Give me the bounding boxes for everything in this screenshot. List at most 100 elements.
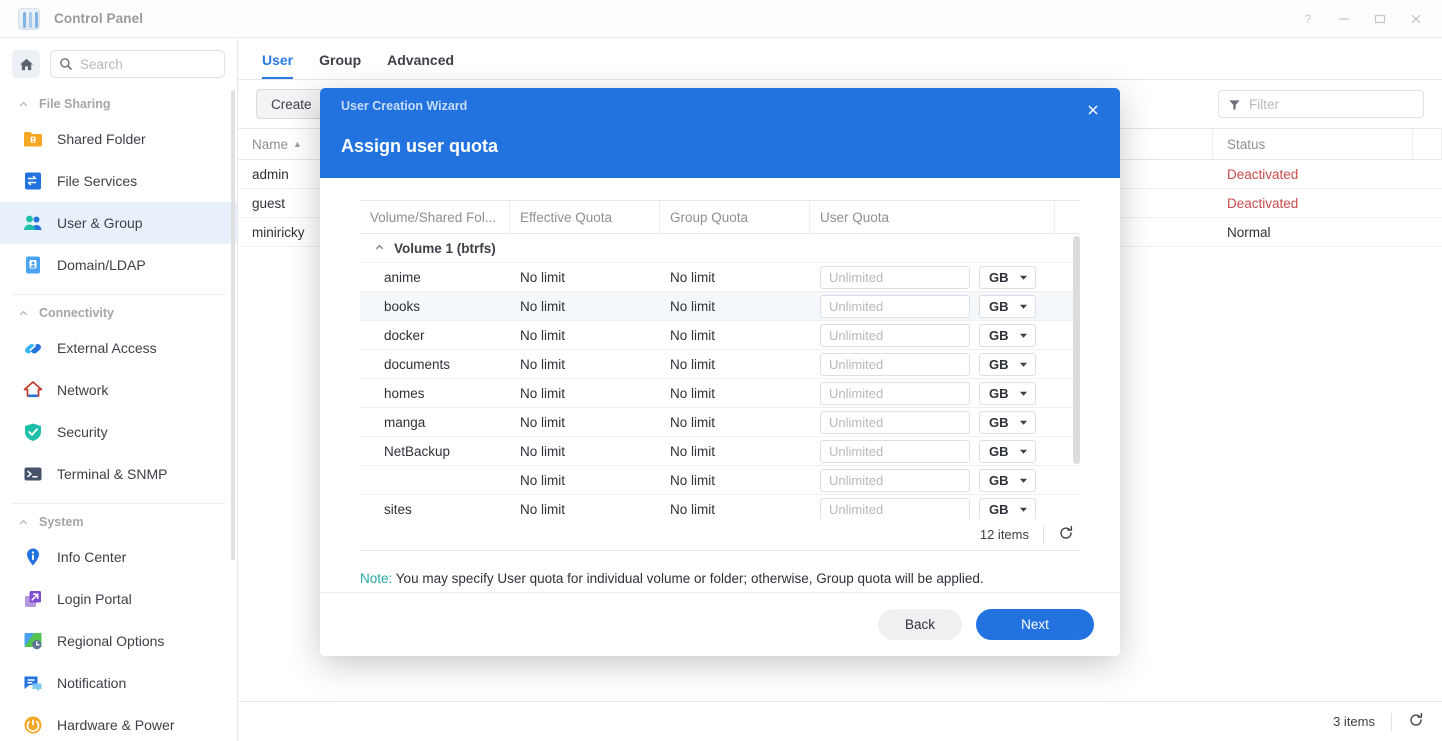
quota-row[interactable]: manga No limit No limit Unlimited GB — [360, 408, 1080, 437]
divider — [1391, 712, 1392, 731]
next-button[interactable]: Next — [976, 609, 1094, 640]
sidebar-group-connectivity[interactable]: Connectivity — [0, 299, 237, 327]
sidebar-group-system[interactable]: System — [0, 508, 237, 536]
sidebar-item-label: External Access — [57, 340, 157, 356]
quota-row[interactable]: books No limit No limit Unlimited GB — [360, 292, 1080, 321]
quota-row[interactable]: No limit No limit Unlimited GB — [360, 466, 1080, 495]
unit-dropdown[interactable]: GB — [979, 410, 1036, 434]
sidebar-item-label: Network — [57, 382, 109, 398]
sidebar-item-network[interactable]: Network — [0, 369, 237, 411]
unit-value: GB — [989, 327, 1009, 343]
filter-input[interactable]: Filter — [1218, 90, 1424, 118]
unit-value: GB — [989, 443, 1009, 459]
sidebar-item-file-services[interactable]: File Services — [0, 160, 237, 202]
refresh-icon[interactable] — [1058, 525, 1074, 544]
cell-user-quota: Unlimited GB — [810, 263, 1055, 292]
unit-dropdown[interactable]: GB — [979, 381, 1036, 405]
close-button[interactable] — [1398, 4, 1434, 34]
sidebar-item-label: Hardware & Power — [57, 717, 175, 733]
sidebar-item-shared-folder[interactable]: Shared Folder — [0, 118, 237, 160]
sidebar-item-domain-ldap[interactable]: Domain/LDAP — [0, 244, 237, 286]
sidebar-group-label: System — [39, 515, 84, 529]
tab-user[interactable]: User — [262, 52, 293, 79]
cell-folder-name: docker — [384, 327, 425, 343]
unit-dropdown[interactable]: GB — [979, 468, 1036, 492]
column-header-user-quota[interactable]: User Quota — [810, 200, 1055, 234]
cell-group-quota: No limit — [670, 269, 716, 285]
close-icon[interactable] — [1080, 97, 1106, 123]
sidebar-item-terminal-snmp[interactable]: Terminal & SNMP — [0, 453, 237, 495]
maximize-button[interactable] — [1362, 4, 1398, 34]
unit-value: GB — [989, 298, 1009, 314]
search-input[interactable]: Search — [50, 50, 225, 78]
quota-row[interactable]: docker No limit No limit Unlimited GB — [360, 321, 1080, 350]
sidebar-divider — [12, 503, 225, 504]
unit-value: GB — [989, 269, 1009, 285]
user-quota-input[interactable]: Unlimited — [820, 468, 970, 492]
unit-dropdown[interactable]: GB — [979, 323, 1036, 347]
quota-row[interactable]: homes No limit No limit Unlimited GB — [360, 379, 1080, 408]
unit-dropdown[interactable]: GB — [979, 294, 1036, 318]
unit-dropdown[interactable]: GB — [979, 439, 1036, 463]
quota-group-row[interactable]: Volume 1 (btrfs) — [360, 234, 1080, 263]
help-button[interactable]: ? — [1290, 4, 1326, 34]
home-icon[interactable] — [12, 50, 40, 78]
sidebar-item-regional-options[interactable]: Regional Options — [0, 620, 237, 662]
cell-effective-quota: No limit — [520, 472, 566, 488]
user-quota-input[interactable]: Unlimited — [820, 352, 970, 376]
unit-dropdown[interactable]: GB — [979, 497, 1036, 519]
sidebar-item-user-group[interactable]: User & Group — [0, 202, 237, 244]
quota-row[interactable]: anime No limit No limit Unlimited GB — [360, 263, 1080, 292]
quota-table-scrollbar[interactable] — [1073, 236, 1080, 464]
sidebar-item-external-access[interactable]: External Access — [0, 327, 237, 369]
refresh-icon[interactable] — [1408, 712, 1424, 731]
user-quota-input[interactable]: Unlimited — [820, 497, 970, 519]
chevron-up-icon — [18, 517, 29, 528]
column-header-group-quota[interactable]: Group Quota — [660, 200, 810, 234]
unit-dropdown[interactable]: GB — [979, 352, 1036, 376]
tab-advanced[interactable]: Advanced — [387, 52, 454, 79]
note-label: Note: — [360, 571, 393, 586]
user-quota-input[interactable]: Unlimited — [820, 381, 970, 405]
cell-group-quota: No limit — [670, 501, 716, 517]
quota-row[interactable]: documents No limit No limit Unlimited GB — [360, 350, 1080, 379]
sidebar-item-security[interactable]: Security — [0, 411, 237, 453]
column-header-status[interactable]: Status — [1213, 128, 1413, 160]
tab-group[interactable]: Group — [319, 52, 361, 79]
create-button[interactable]: Create — [256, 89, 327, 119]
cell-status: Normal — [1227, 224, 1271, 240]
sidebar-item-notification[interactable]: Notification — [0, 662, 237, 704]
user-quota-input[interactable]: Unlimited — [820, 439, 970, 463]
status-bar: 3 items — [238, 701, 1442, 741]
quota-row[interactable]: NetBackup No limit No limit Unlimited GB — [360, 437, 1080, 466]
cell-user-quota: Unlimited GB — [810, 408, 1055, 437]
sidebar-item-label: Security — [57, 424, 108, 440]
external-access-icon — [22, 337, 44, 359]
terminal-snmp-icon — [22, 463, 44, 485]
user-quota-input[interactable]: Unlimited — [820, 294, 970, 318]
chevron-down-icon — [1019, 304, 1028, 309]
cell-user-quota: Unlimited GB — [810, 466, 1055, 495]
sidebar-item-hardware-power[interactable]: Hardware & Power — [0, 704, 237, 741]
sidebar-item-info-center[interactable]: Info Center — [0, 536, 237, 578]
user-quota-input[interactable]: Unlimited — [820, 265, 970, 289]
sidebar-group-file-sharing[interactable]: File Sharing — [0, 90, 237, 118]
user-quota-input[interactable]: Unlimited — [820, 323, 970, 347]
minimize-button[interactable] — [1326, 4, 1362, 34]
notification-icon — [22, 672, 44, 694]
cell-folder-name: homes — [384, 385, 425, 401]
sidebar-item-login-portal[interactable]: Login Portal — [0, 578, 237, 620]
cell-effective-quota: No limit — [520, 356, 566, 372]
quota-row[interactable]: sites No limit No limit Unlimited GB — [360, 495, 1080, 519]
sidebar-item-label: File Services — [57, 173, 138, 189]
back-button[interactable]: Back — [878, 609, 962, 640]
column-header-extra — [1413, 128, 1442, 160]
unit-dropdown[interactable]: GB — [979, 265, 1036, 289]
column-header-effective-quota[interactable]: Effective Quota — [510, 200, 660, 234]
chevron-down-icon — [1019, 449, 1028, 454]
cell-effective-quota: No limit — [520, 327, 566, 343]
unit-value: GB — [989, 414, 1009, 430]
sidebar-scrollbar[interactable] — [231, 90, 235, 560]
user-quota-input[interactable]: Unlimited — [820, 410, 970, 434]
column-header-volume[interactable]: Volume/Shared Fol... — [360, 200, 510, 234]
